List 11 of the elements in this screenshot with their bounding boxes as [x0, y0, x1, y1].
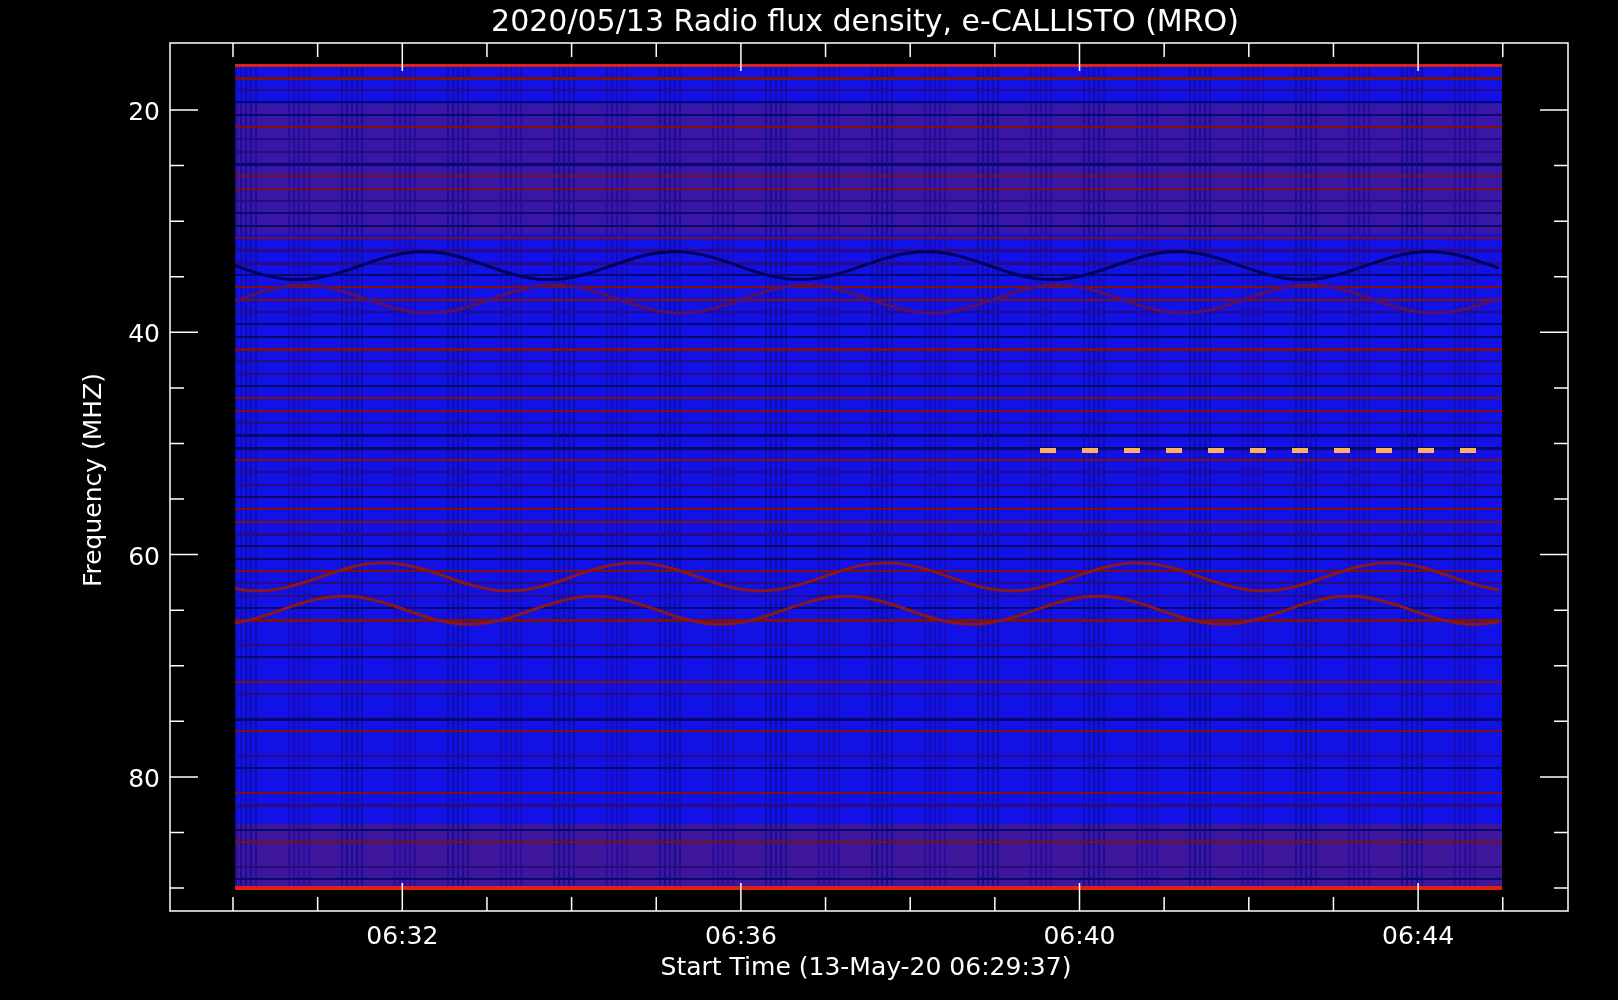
- chart-title: 2020/05/13 Radio flux density, e-CALLISTO (MRO): [491, 3, 1239, 38]
- y-tick-label: 60: [128, 541, 160, 571]
- x-tick-label: 06:40: [1043, 921, 1116, 950]
- y-tick-label: 40: [128, 319, 160, 349]
- x-tick-label: 06:32: [366, 921, 439, 950]
- x-tick-label: 06:44: [1382, 921, 1455, 950]
- y-tick-label: 20: [128, 97, 160, 126]
- y-axis-label: Frequency (MHZ): [78, 372, 107, 588]
- x-tick-label: 06:36: [704, 921, 777, 950]
- y-tick-label: 80: [128, 763, 160, 793]
- x-axis-label: Start Time (13-May-20 06:29:37): [660, 952, 1072, 981]
